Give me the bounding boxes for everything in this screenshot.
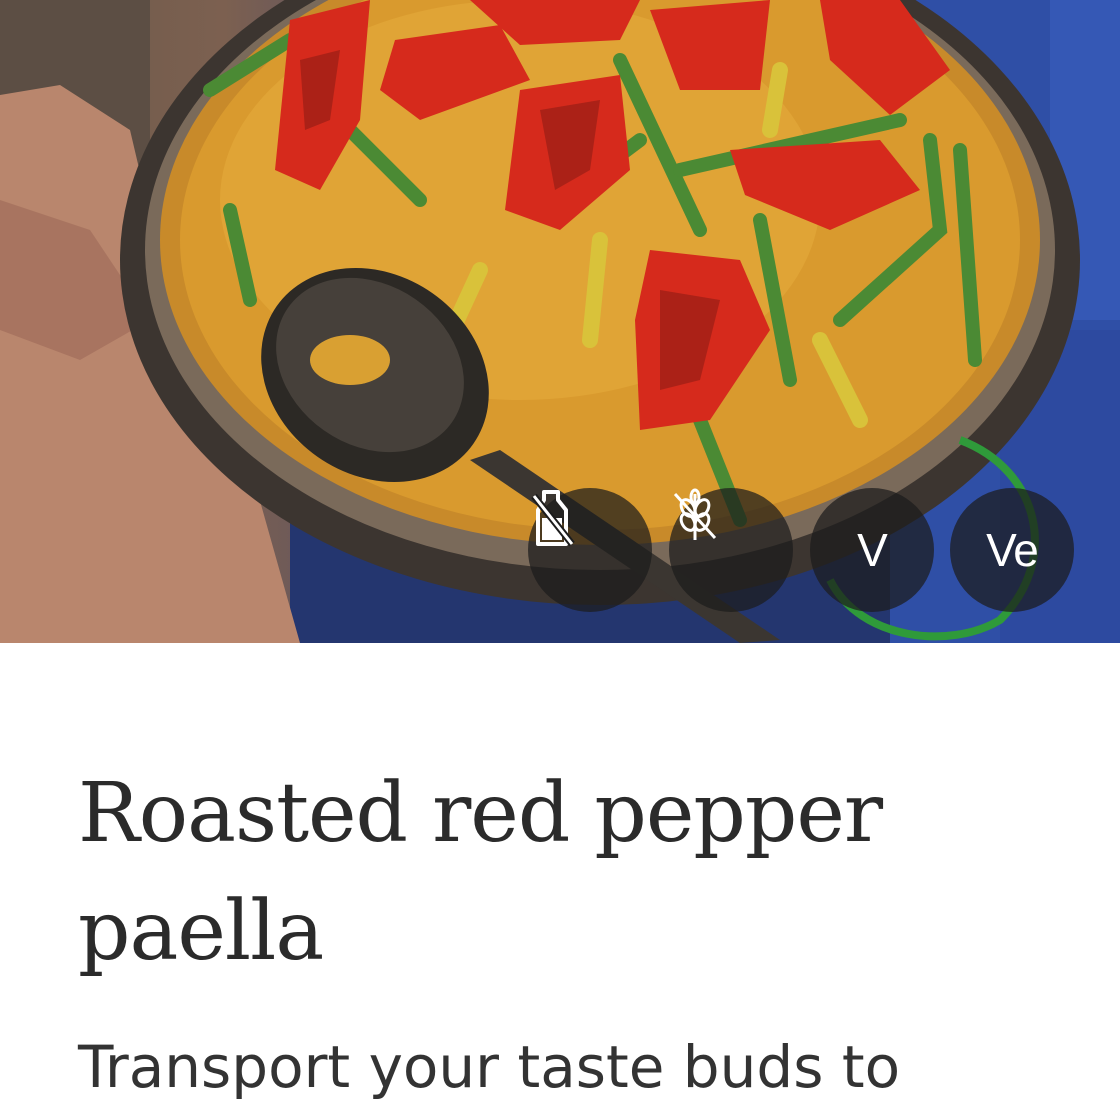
- diet-badges: V Ve: [528, 488, 1076, 612]
- vegan-badge[interactable]: Ve: [950, 488, 1074, 612]
- recipe-description: Transport your taste buds to: [78, 1033, 901, 1101]
- recipe-title: Roasted red pepper paella: [78, 766, 883, 979]
- recipe-summary: Roasted red pepper paella Transport your…: [0, 643, 1120, 1120]
- vegetarian-label: V: [857, 524, 888, 576]
- gluten-free-badge[interactable]: [669, 488, 793, 612]
- recipe-hero-image: V Ve: [0, 0, 1120, 643]
- vegan-label: Ve: [986, 524, 1039, 576]
- vegetarian-badge[interactable]: V: [810, 488, 934, 612]
- dairy-free-badge[interactable]: [528, 488, 652, 612]
